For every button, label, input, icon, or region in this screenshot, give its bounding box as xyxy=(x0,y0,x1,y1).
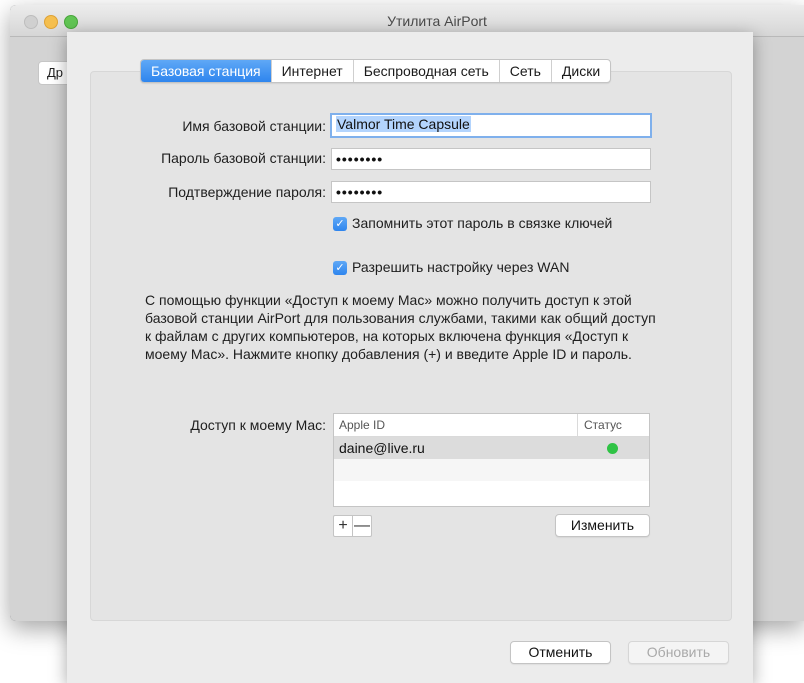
remember-password-label: Запомнить этот пароль в связке ключей xyxy=(352,215,613,231)
edit-account-button[interactable]: Изменить xyxy=(555,514,650,537)
allow-wan-checkbox[interactable]: ✓ xyxy=(333,261,347,275)
table-row-empty xyxy=(334,459,649,481)
tab-wireless[interactable]: Беспроводная сеть xyxy=(354,60,500,82)
base-station-password-label: Пароль базовой станции: xyxy=(161,150,326,166)
column-header-apple-id[interactable]: Apple ID xyxy=(339,414,385,436)
status-online-icon xyxy=(607,443,618,454)
add-account-button[interactable]: + xyxy=(334,516,353,536)
remember-password-checkbox[interactable]: ✓ xyxy=(333,217,347,231)
column-header-status[interactable]: Статус xyxy=(577,414,644,436)
apple-id-cell: daine@live.ru xyxy=(339,440,425,456)
update-button[interactable]: Обновить xyxy=(628,641,729,664)
tab-internet[interactable]: Интернет xyxy=(272,60,354,82)
window-title: Утилита AirPort xyxy=(387,13,487,29)
cancel-button[interactable]: Отменить xyxy=(510,641,611,664)
table-row[interactable]: daine@live.ru xyxy=(334,437,649,459)
base-station-name-field[interactable]: Valmor Time Capsule xyxy=(330,113,652,138)
confirm-value: •••••••• xyxy=(336,184,384,200)
password-value: •••••••• xyxy=(336,151,384,167)
tab-base-station[interactable]: Базовая станция xyxy=(141,60,272,82)
tab-network[interactable]: Сеть xyxy=(500,60,552,82)
password-confirm-label: Подтверждение пароля: xyxy=(168,184,326,200)
apple-id-table: Apple ID Статус daine@live.ru xyxy=(333,413,650,507)
tab-disks[interactable]: Диски xyxy=(552,60,610,82)
tab-bar: Базовая станция Интернет Беспроводная се… xyxy=(140,59,612,83)
table-header: Apple ID Статус xyxy=(334,414,649,437)
base-station-name-label: Имя базовой станции: xyxy=(182,118,326,134)
base-station-name-value: Valmor Time Capsule xyxy=(336,116,471,132)
add-remove-control: + — xyxy=(333,515,372,537)
remove-account-button[interactable]: — xyxy=(353,516,371,536)
password-confirm-field[interactable]: •••••••• xyxy=(331,181,651,203)
back-to-my-mac-label: Доступ к моему Mac: xyxy=(190,417,326,433)
back-to-my-mac-description: С помощью функции «Доступ к моему Mac» м… xyxy=(145,292,656,362)
allow-wan-label: Разрешить настройку через WAN xyxy=(352,259,570,275)
base-station-password-field[interactable]: •••••••• xyxy=(331,148,651,170)
